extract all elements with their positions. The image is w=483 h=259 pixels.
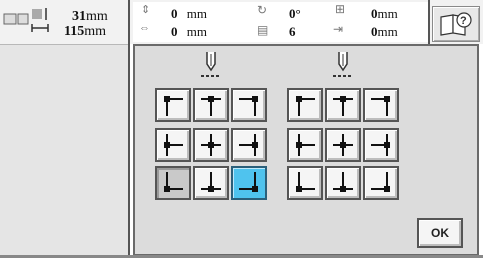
left-needle-top-left-button[interactable] (155, 88, 191, 122)
stitch-corner-icon (239, 134, 258, 156)
stitch-corner-icon (201, 172, 221, 192)
stitch-corner-icon (201, 134, 221, 156)
right-needle-top-center-button[interactable] (325, 88, 361, 122)
stitch-corner-icon (164, 96, 183, 116)
left-needle-top-center-button[interactable] (193, 88, 229, 122)
stitch-corner-icon (239, 172, 258, 192)
right-needle-middle-right-button[interactable] (363, 128, 399, 162)
left-needle-top-right-button[interactable] (231, 88, 267, 122)
right-needle-middle-left-button[interactable] (287, 128, 323, 162)
border-v-unit: mm (377, 24, 398, 39)
left-needle-middle-right-button[interactable] (231, 128, 267, 162)
right-needle-top-left-button[interactable] (287, 88, 323, 122)
right-needle-top-right-button[interactable] (363, 88, 399, 122)
x-move-value: 0 (171, 24, 178, 39)
angle-unit: ° (295, 6, 301, 21)
stitch-corner-icon (239, 96, 258, 116)
stitch-corner-icon (296, 134, 315, 156)
stitch-corner-icon (371, 172, 390, 192)
ok-button[interactable]: OK (417, 218, 463, 248)
thread-count-value: 6 (289, 24, 296, 39)
left-needle-middle-left-button[interactable] (155, 128, 191, 162)
right-needle-bottom-left-button[interactable] (287, 166, 323, 200)
left-needle-bottom-left-button[interactable] (155, 166, 191, 200)
embroidery-edit-screen: 31mm 115mm ⇕ ⇔ 0 mm 0 mm ↻ ▤ 0° 6 ⊞ ⇥ 0m… (0, 0, 483, 259)
border-h-unit: mm (377, 6, 398, 21)
help-book-icon: ? (440, 12, 472, 36)
stitch-corner-icon (296, 96, 315, 116)
stitch-corner-icon (164, 172, 183, 192)
divider-right (428, 0, 430, 44)
left-needle-bottom-center-button[interactable] (193, 166, 229, 200)
pattern-height-unit: mm (86, 9, 108, 24)
help-button[interactable]: ? (432, 6, 480, 42)
pattern-height-value: 31 (72, 9, 86, 24)
pattern-width-unit: mm (84, 24, 107, 39)
x-move-unit: mm (186, 24, 207, 39)
stitch-corner-icon (164, 134, 183, 156)
needle-position-icon (333, 52, 353, 77)
y-move-value: 0 (171, 6, 178, 21)
stitch-corner-icon (333, 172, 353, 192)
left-needle-middle-center-button[interactable] (193, 128, 229, 162)
stitch-corner-icon (371, 96, 390, 116)
pattern-width-value: 115 (64, 24, 85, 39)
right-needle-bottom-right-button[interactable] (363, 166, 399, 200)
border-spacing-icon: ⇥ (333, 22, 344, 36)
rotate-icon: ↻ (257, 3, 268, 17)
y-move-unit: mm (186, 6, 207, 21)
border-grid-icon: ⊞ (335, 2, 346, 16)
needle-position-dialog: OK (133, 44, 479, 256)
bottom-line (0, 255, 483, 258)
stitch-corner-icon (333, 96, 353, 116)
preview-area[interactable] (0, 44, 128, 255)
right-needle-bottom-center-button[interactable] (325, 166, 361, 200)
divider-left (128, 0, 130, 256)
stitch-corner-icon (333, 134, 353, 156)
stitch-corner-icon (201, 96, 221, 116)
needle-position-icon (201, 52, 221, 77)
right-needle-middle-center-button[interactable] (325, 128, 361, 162)
left-needle-bottom-right-button[interactable] (231, 166, 267, 200)
info-panel: ⇕ ⇔ 0 mm 0 mm ↻ ▤ 0° 6 ⊞ ⇥ 0mm 0mm (133, 2, 428, 42)
pattern-size-icon (3, 8, 49, 32)
vertical-move-icon: ⇕ (141, 4, 151, 16)
horizontal-move-icon: ⇔ (139, 22, 150, 34)
pattern-size-panel: 31mm 115mm (0, 0, 128, 44)
stitch-corner-icon (296, 172, 315, 192)
svg-text:?: ? (460, 15, 467, 27)
stitch-corner-icon (371, 134, 390, 156)
thread-spool-icon: ▤ (257, 23, 269, 37)
